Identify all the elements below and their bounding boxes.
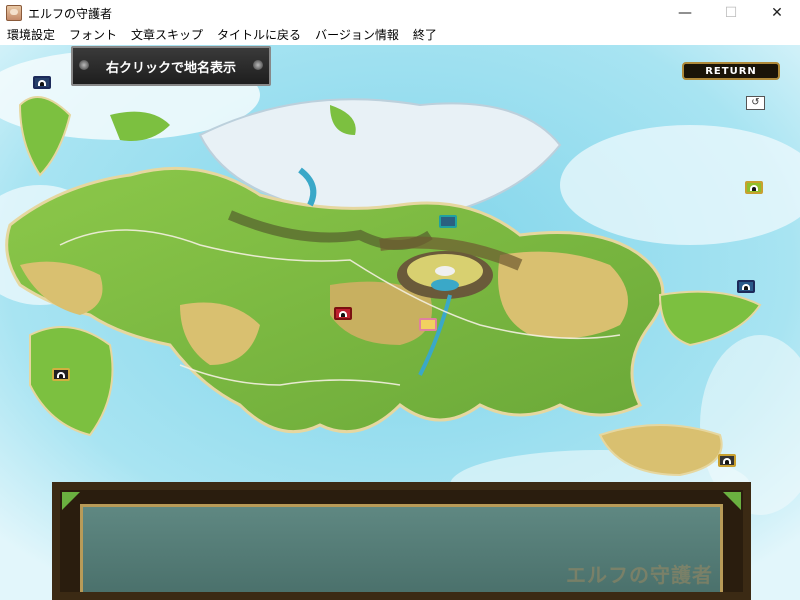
cave-icon	[750, 185, 758, 191]
cave-icon	[38, 80, 46, 86]
minimize-button[interactable]: —	[662, 0, 708, 26]
menu-bar: 環境設定 フォント 文章スキップ タイトルに戻る バージョン情報 終了	[0, 26, 800, 45]
rivet-right-icon	[253, 60, 263, 70]
window-title-bar: エルフの守護者 — ☐ ✕	[0, 0, 800, 26]
return-button-label: RETURN	[705, 65, 757, 77]
message-window[interactable]: エルフの守護者	[52, 482, 751, 600]
maximize-button[interactable]: ☐	[708, 0, 754, 26]
menu-exit[interactable]: 終了	[406, 26, 444, 45]
map-hint-text: 右クリックで地名表示	[105, 60, 236, 76]
marker-east-top[interactable]	[745, 181, 763, 194]
game-logo-watermark: エルフの守護者	[566, 563, 713, 587]
menu-text-skip[interactable]: 文章スキップ	[124, 26, 210, 45]
cave-icon	[723, 458, 731, 464]
cave-icon	[339, 311, 347, 317]
cave-icon	[57, 372, 65, 378]
rivet-left-icon	[79, 60, 89, 70]
game-world-map[interactable]: 右クリックで地名表示 RETURN ↺ エルフの守護者	[0, 45, 800, 600]
cave-icon	[742, 284, 750, 290]
menu-version-info[interactable]: バージョン情報	[308, 26, 406, 45]
swirl-icon[interactable]: ↺	[746, 96, 765, 110]
map-hint-panel: 右クリックで地名表示	[71, 46, 271, 86]
marker-west-island[interactable]	[52, 368, 70, 381]
marker-east-coast[interactable]	[737, 280, 755, 293]
corner-ornament-icon	[62, 492, 80, 510]
marker-northwest-island[interactable]	[33, 76, 51, 89]
window-controls: — ☐ ✕	[662, 0, 800, 26]
marker-mountain-gate[interactable]	[439, 215, 457, 228]
corner-ornament-icon	[723, 492, 741, 510]
app-icon	[6, 5, 22, 21]
return-button[interactable]: RETURN	[682, 62, 780, 80]
close-button[interactable]: ✕	[754, 0, 800, 26]
window-title: エルフの守護者	[28, 6, 113, 21]
menu-return-title[interactable]: タイトルに戻る	[210, 26, 308, 45]
menu-settings[interactable]: 環境設定	[0, 26, 62, 45]
menu-font[interactable]: フォント	[62, 26, 124, 45]
marker-central-red[interactable]	[334, 307, 352, 320]
marker-selected[interactable]	[419, 318, 437, 331]
marker-southeast[interactable]	[718, 454, 736, 467]
